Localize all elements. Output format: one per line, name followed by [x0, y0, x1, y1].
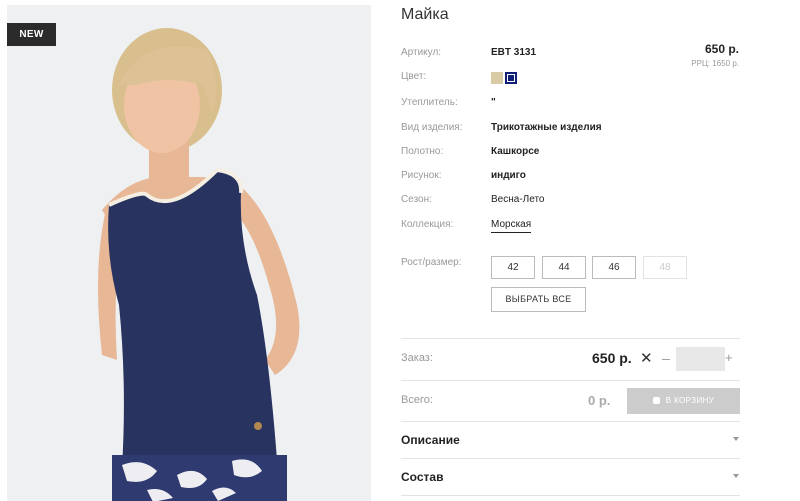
recommended-retail-price: РРЦ: 1650 р. — [691, 59, 739, 68]
divider — [401, 458, 740, 459]
quantity-input[interactable] — [676, 347, 725, 371]
spec-label: Полотно: — [401, 146, 444, 157]
color-swatch-navy[interactable] — [505, 72, 517, 84]
spec-label: Коллекция: — [401, 219, 454, 230]
spec-value: EBT 3131 — [491, 47, 537, 58]
product-price: 650 р. — [704, 42, 739, 56]
divider — [401, 421, 740, 422]
section-description[interactable]: Описание — [401, 433, 460, 447]
spec-value: " — [491, 97, 496, 108]
select-all-button[interactable]: ВЫБРАТЬ ВСЕ — [491, 287, 586, 312]
size-option-44[interactable]: 44 — [542, 256, 586, 279]
spec-label: Сезон: — [401, 194, 432, 205]
divider — [401, 380, 740, 381]
color-swatch-beige[interactable] — [491, 72, 503, 84]
spec-label: Утеплитель: — [401, 97, 458, 108]
spec-label: Артикул: — [401, 47, 442, 58]
product-image[interactable] — [7, 5, 371, 501]
divider — [401, 495, 740, 496]
order-price: 650 р. — [592, 350, 632, 366]
spec-value: Трикотажные изделия — [491, 122, 602, 133]
add-to-cart-label: В КОРЗИНУ — [665, 396, 715, 405]
decrement-button[interactable]: – — [662, 350, 670, 366]
size-label: Рост/размер: — [401, 257, 462, 268]
collection-link[interactable]: Морская — [491, 219, 532, 233]
divider — [401, 338, 740, 339]
chevron-down-icon[interactable] — [733, 437, 739, 441]
section-composition[interactable]: Состав — [401, 470, 443, 484]
add-to-cart-button[interactable]: В КОРЗИНУ — [627, 388, 740, 414]
increment-button[interactable]: + — [725, 350, 733, 365]
total-label: Всего: — [401, 394, 433, 406]
model-photo — [7, 5, 371, 501]
multiply-icon: ✕ — [640, 350, 653, 367]
spec-label: Рисунок: — [401, 170, 442, 181]
spec-value: Весна-Лето — [491, 194, 545, 205]
size-option-46[interactable]: 46 — [592, 256, 636, 279]
size-option-48: 48 — [643, 256, 687, 279]
spec-value: индиго — [491, 170, 526, 181]
spec-value: Кашкорсе — [491, 146, 540, 157]
spec-label: Цвет: — [401, 71, 427, 82]
total-value: 0 р. — [588, 393, 611, 408]
spec-label: Вид изделия: — [401, 122, 463, 133]
chevron-down-icon[interactable] — [733, 474, 739, 478]
order-label: Заказ: — [401, 352, 433, 364]
new-badge: NEW — [7, 23, 56, 46]
size-option-42[interactable]: 42 — [491, 256, 535, 279]
product-title: Майка — [401, 6, 449, 23]
bag-icon — [652, 397, 660, 404]
